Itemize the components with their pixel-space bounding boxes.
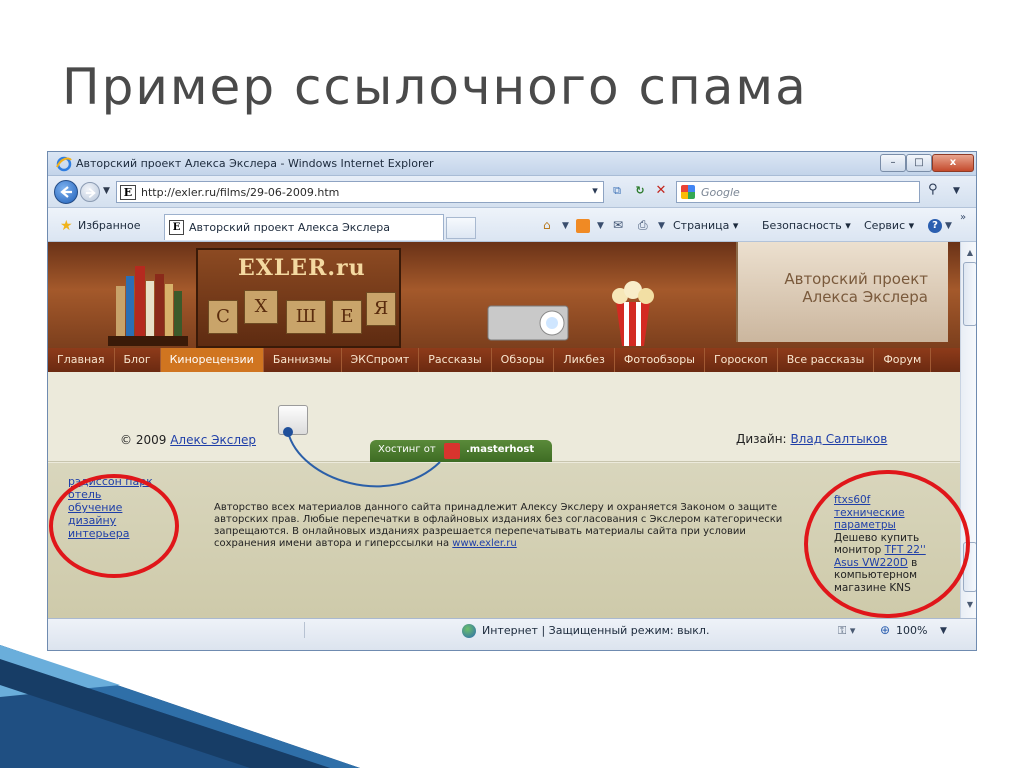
footer-top: © 2009 Алекс Экслер Хостинг от .masterho…: [48, 372, 960, 462]
zoom-dropdown-icon[interactable]: ▼: [940, 626, 947, 636]
nav-item-10[interactable]: Гороскоп: [705, 348, 778, 372]
logo-block: С: [208, 300, 238, 334]
security-menu[interactable]: Безопасность ▾: [762, 219, 851, 232]
home-icon[interactable]: ⌂: [543, 218, 551, 232]
status-divider: [304, 622, 450, 638]
favorites-button[interactable]: Избранное: [78, 219, 140, 232]
nav-item-12[interactable]: Форум: [874, 348, 932, 372]
ie-logo-icon: [56, 156, 72, 172]
scroll-up-icon[interactable]: ▲: [963, 246, 976, 260]
nav-item-2[interactable]: Блог: [115, 348, 161, 372]
nav-item-3[interactable]: Кинорецензии: [160, 348, 264, 372]
title-bar[interactable]: Авторский проект Алекса Экслера - Window…: [48, 152, 976, 176]
history-dropdown-icon[interactable]: ▼: [103, 186, 110, 196]
author-link[interactable]: Алекс Экслер: [170, 433, 256, 447]
copyright: © 2009 Алекс Экслер: [120, 433, 256, 447]
designer-link[interactable]: Влад Салтыков: [790, 432, 887, 446]
help-dropdown-icon[interactable]: ▼: [945, 221, 952, 231]
search-input[interactable]: Google: [676, 181, 920, 203]
refresh-icon[interactable]: ↻: [630, 180, 650, 202]
address-bar: ▼ E http://exler.ru/films/29-06-2009.htm…: [48, 176, 976, 208]
back-button[interactable]: [54, 180, 78, 204]
arrow-left-icon: [60, 186, 72, 198]
home-dropdown-icon[interactable]: ▼: [562, 221, 569, 231]
site-logo[interactable]: EXLER.ru: [238, 255, 366, 281]
tools-menu[interactable]: Сервис ▾: [864, 219, 914, 232]
compatibility-view-icon[interactable]: ⧉: [608, 180, 626, 202]
bookshelf-icon: [108, 266, 188, 346]
site-favicon-icon: E: [120, 185, 136, 200]
nav-item-11[interactable]: Все рассказы: [778, 348, 875, 372]
feed-dropdown-icon[interactable]: ▼: [597, 221, 604, 231]
arrow-right-icon: [85, 188, 96, 198]
design-credit: Дизайн: Влад Салтыков: [736, 432, 887, 446]
scroll-thumb[interactable]: [963, 262, 976, 326]
url-dropdown-icon[interactable]: ▾: [588, 180, 602, 202]
logo-block: Ш: [286, 300, 326, 334]
mail-icon[interactable]: ✉: [613, 218, 623, 232]
exler-site-link[interactable]: www.exler.ru: [452, 538, 516, 549]
maximize-button[interactable]: □: [906, 154, 932, 172]
slide-title: Пример ссылочного спама: [62, 58, 808, 116]
logo-block: Я: [366, 292, 396, 326]
window-title: Авторский проект Алекса Экслера - Window…: [76, 157, 434, 170]
minimize-button[interactable]: –: [880, 154, 906, 172]
annotation-ring-left: [49, 474, 179, 578]
zoom-icon[interactable]: ⊕: [880, 623, 890, 637]
rss-feed-icon[interactable]: [576, 219, 590, 233]
logo-block: Х: [244, 290, 278, 324]
logo-block: Е: [332, 300, 362, 334]
nav-item-9[interactable]: Фотообзоры: [615, 348, 705, 372]
rights-notice: Авторство всех материалов данного сайта …: [214, 502, 794, 550]
design-prefix: Дизайн:: [736, 432, 787, 446]
chevron-more-icon[interactable]: »: [960, 212, 966, 223]
projector-popcorn-icon: [487, 281, 654, 346]
tab-favicon-icon: E: [169, 220, 184, 235]
slide: Пример ссылочного спама Авторский проект…: [0, 0, 1024, 768]
page-menu[interactable]: Страница ▾: [673, 219, 738, 232]
globe-icon: [462, 624, 476, 638]
nav-item-4[interactable]: Баннизмы: [264, 348, 342, 372]
nav-item-5[interactable]: ЭКСпромт: [342, 348, 420, 372]
stop-icon[interactable]: ✕: [652, 180, 670, 202]
corner-swoosh: [0, 645, 360, 768]
forward-button[interactable]: [80, 182, 100, 202]
tab-title: Авторский проект Алекса Экслера: [189, 221, 390, 234]
star-icon[interactable]: ★: [60, 218, 73, 234]
command-bar: ★ Избранное E Авторский проект Алекса Эк…: [48, 208, 976, 242]
url-field[interactable]: E http://exler.ru/films/29-06-2009.htm: [116, 181, 604, 203]
search-placeholder: Google: [701, 186, 740, 199]
hosting-cable: [283, 427, 441, 488]
nav-item-8[interactable]: Ликбез: [554, 348, 615, 372]
zoom-level[interactable]: 100%: [896, 624, 927, 637]
help-icon[interactable]: ?: [928, 219, 942, 233]
security-zone[interactable]: Интернет | Защищенный режим: выкл.: [482, 624, 709, 637]
nav-item-7[interactable]: Обзоры: [492, 348, 555, 372]
copyright-prefix: © 2009: [120, 433, 167, 447]
google-icon: [681, 185, 695, 199]
new-tab-button[interactable]: [446, 217, 476, 239]
hosting-brand: .masterhost: [466, 444, 535, 455]
url-text[interactable]: http://exler.ru/films/29-06-2009.htm: [141, 186, 339, 199]
annotation-ring-right: [804, 470, 970, 618]
print-icon[interactable]: ⎙: [638, 218, 648, 233]
site-nav: Главная Блог Кинорецензии Баннизмы ЭКСпромт Р…: [48, 348, 960, 372]
site-banner: EXLER.ru С Х Ш Е Я Авторский проект Алек…: [48, 242, 960, 348]
protected-mode-icon[interactable]: ⚿ ▾: [838, 624, 855, 638]
banner-tagline: Авторский проект Алекса Экслера: [784, 270, 928, 306]
close-button[interactable]: x: [932, 154, 974, 172]
nav-item-1[interactable]: Главная: [48, 348, 115, 372]
nav-item-6[interactable]: Рассказы: [419, 348, 492, 372]
print-dropdown-icon[interactable]: ▼: [658, 221, 665, 231]
banner-tagline-panel: Авторский проект Алекса Экслера: [736, 242, 948, 342]
tab-current[interactable]: E Авторский проект Алекса Экслера: [164, 214, 444, 240]
search-dropdown-icon[interactable]: ▼: [953, 186, 960, 196]
scroll-down-icon[interactable]: ▼: [963, 598, 976, 612]
search-icon[interactable]: ⚲: [928, 182, 938, 197]
